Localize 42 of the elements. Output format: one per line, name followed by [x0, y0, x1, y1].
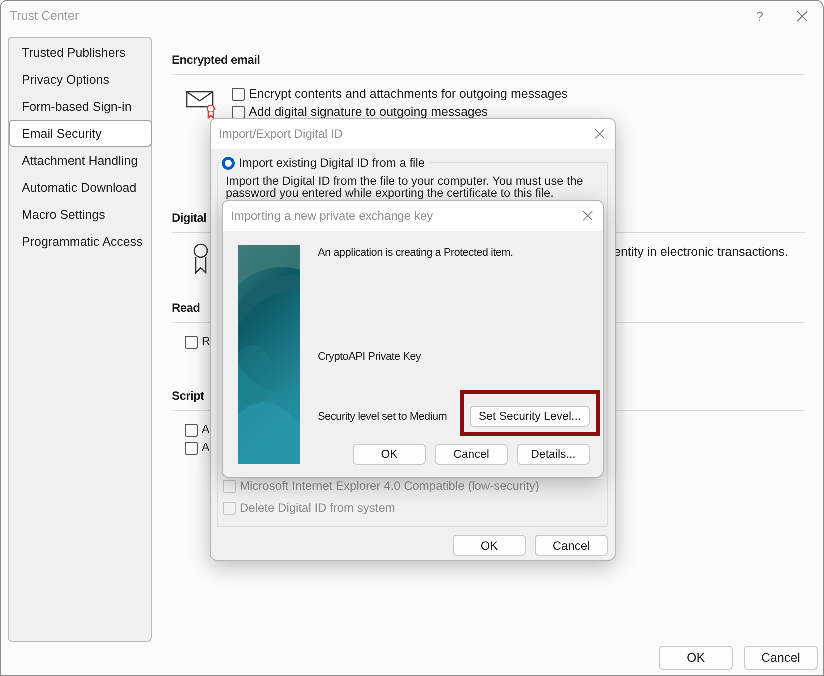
option-label: A: [202, 442, 210, 454]
checkbox[interactable]: [232, 106, 245, 118]
dialog-button[interactable]: Cancel: [535, 535, 608, 556]
dialog-title: Import/Export Digital ID: [219, 127, 344, 141]
option-label: Add digital signature to outgoing messages: [249, 105, 488, 119]
sidebar-item[interactable]: Form-based Sign-in: [9, 93, 151, 120]
envelope-certificate-icon: [186, 89, 218, 119]
set-security-level-button[interactable]: Set Security Level...: [470, 406, 590, 427]
close-icon: [583, 211, 593, 221]
option-label: Delete Digital ID from system: [240, 501, 396, 515]
dialog-button[interactable]: OK: [659, 646, 733, 670]
ribbon-icon: [193, 243, 209, 275]
checkbox[interactable]: [185, 442, 198, 454]
key-name-text: CryptoAPI Private Key: [318, 350, 422, 364]
dialog-button[interactable]: Cancel: [435, 444, 508, 465]
sidebar-item[interactable]: Privacy Options: [9, 66, 151, 93]
radio-button[interactable]: [222, 156, 235, 170]
option-label: R: [202, 336, 210, 348]
close-icon: [796, 10, 808, 22]
sidebar-item[interactable]: Attachment Handling: [9, 147, 151, 174]
close-icon: [595, 129, 605, 139]
sidebar-item[interactable]: Trusted Publishers: [9, 39, 151, 66]
sidebar-item[interactable]: Automatic Download: [9, 174, 151, 201]
dialog-title: Importing a new private exchange key: [231, 209, 434, 223]
checkbox[interactable]: [185, 336, 198, 348]
dialog-button[interactable]: Details...: [517, 444, 590, 465]
sidebar-item[interactable]: Programmatic Access: [9, 228, 151, 255]
radio-label: Import existing Digital ID from a file: [239, 156, 426, 170]
option-label: A: [202, 424, 210, 436]
checkbox[interactable]: [185, 424, 198, 436]
dialog-button[interactable]: OK: [353, 444, 426, 465]
option-label: Microsoft Internet Explorer 4.0 Compatible (low-security): [240, 479, 540, 493]
section-heading: Encrypted email: [172, 37, 805, 75]
option-label: Encrypt contents and attachments for outgoing messages: [249, 87, 568, 101]
message-text: An application is creating a Protected item.: [318, 246, 514, 260]
dialog-button[interactable]: Cancel: [744, 646, 818, 670]
window-title: Trust Center: [10, 9, 80, 23]
sidebar-item[interactable]: Email Security: [9, 120, 152, 147]
security-level-text: Security level set to Medium: [318, 410, 448, 424]
dialog-button[interactable]: OK: [453, 535, 526, 556]
sidebar-item[interactable]: Macro Settings: [9, 201, 151, 228]
checkbox[interactable]: [232, 88, 245, 100]
